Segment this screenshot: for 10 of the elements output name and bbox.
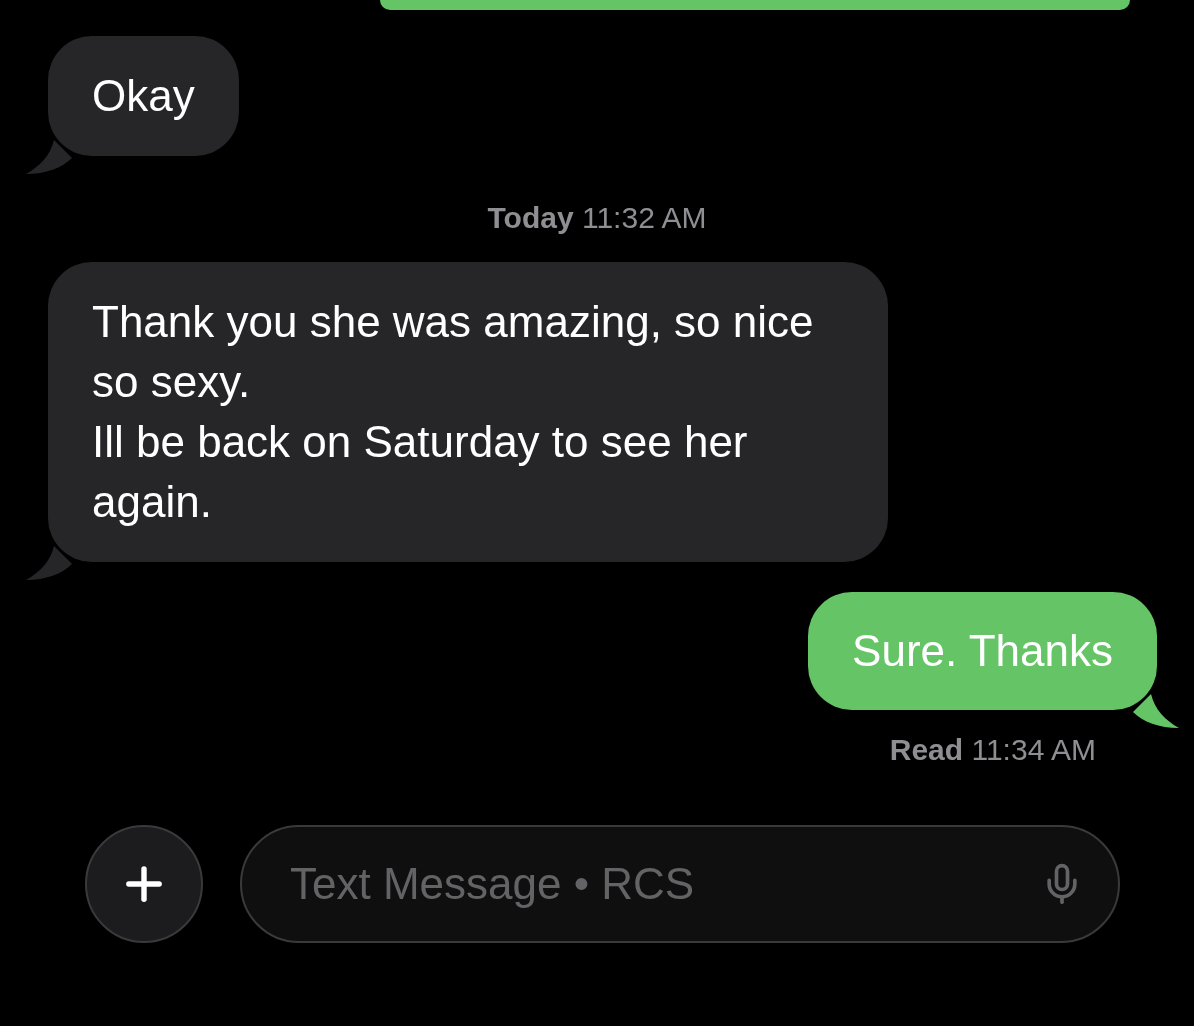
message-bubble: Thank you she was amazing, so nice so sexy. Ill be back on Saturday to see her again. xyxy=(48,262,888,562)
bubble-tail xyxy=(1133,694,1179,728)
message-input[interactable]: Text Message • RCS xyxy=(290,851,1040,917)
message-bubble: Okay xyxy=(48,36,239,156)
message-bubble: Sure. Thanks xyxy=(808,592,1157,710)
bubble-tail xyxy=(26,546,72,580)
read-receipt: Read 11:34 AM xyxy=(889,732,1096,768)
message-field[interactable]: Text Message • RCS xyxy=(240,825,1120,943)
bubble-tail xyxy=(26,140,72,174)
timestamp: Today 11:32 AM xyxy=(487,200,707,236)
